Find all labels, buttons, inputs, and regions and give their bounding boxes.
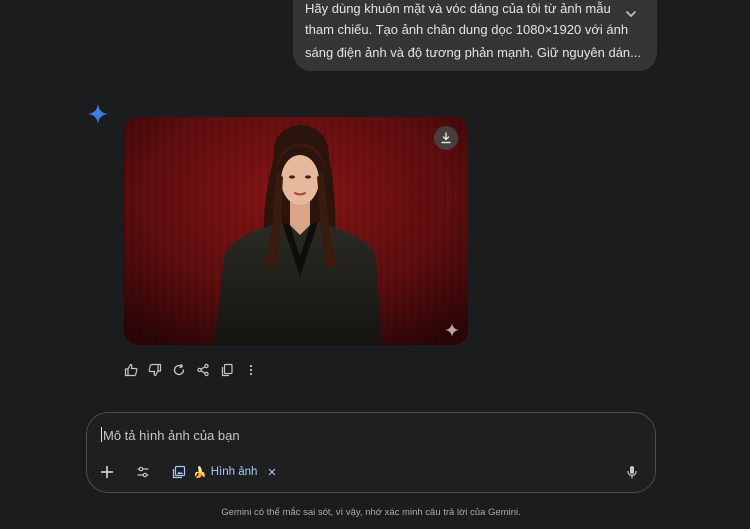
user-message-line: tham chiếu. Tạo ảnh chân dung dọc 1080×1…	[305, 22, 629, 37]
image-tool-chip[interactable]: 🍌 Hình ảnh ✕	[171, 462, 277, 482]
thumbs-up-icon[interactable]	[123, 362, 139, 378]
user-message-line: Hãy dùng khuôn mặt và vóc dáng của tôi t…	[305, 1, 611, 16]
share-icon[interactable]	[195, 362, 211, 378]
image-gallery-icon	[171, 464, 187, 480]
footer-disclaimer: Gemini có thể mắc sai sót, vì vậy, nhớ x…	[221, 507, 521, 518]
microphone-icon[interactable]	[623, 463, 641, 481]
thumbs-down-icon[interactable]	[147, 362, 163, 378]
gemini-spark-icon	[88, 104, 108, 124]
more-vert-icon[interactable]	[243, 362, 259, 378]
ai-sparkle-icon	[445, 323, 459, 337]
close-icon[interactable]: ✕	[267, 466, 276, 479]
user-message-line: sáng điện ảnh và độ tương phản mạnh. Giữ…	[305, 45, 641, 60]
copy-icon[interactable]	[219, 362, 235, 378]
generated-image[interactable]	[124, 117, 468, 345]
banana-emoji: 🍌	[193, 466, 207, 479]
download-icon	[441, 132, 451, 144]
prompt-composer: 🍌 Hình ảnh ✕	[86, 412, 656, 493]
plus-icon[interactable]	[98, 463, 116, 481]
chevron-down-icon[interactable]	[623, 6, 639, 22]
user-message-bubble: Hãy dùng khuôn mặt và vóc dáng của tôi t…	[293, 0, 657, 71]
text-caret	[101, 427, 102, 442]
download-button[interactable]	[434, 126, 458, 150]
refresh-icon[interactable]	[171, 362, 187, 378]
tune-icon[interactable]	[134, 463, 152, 481]
chip-label: Hình ảnh	[210, 466, 258, 478]
prompt-input[interactable]	[101, 425, 605, 445]
portrait-photo	[124, 117, 468, 345]
